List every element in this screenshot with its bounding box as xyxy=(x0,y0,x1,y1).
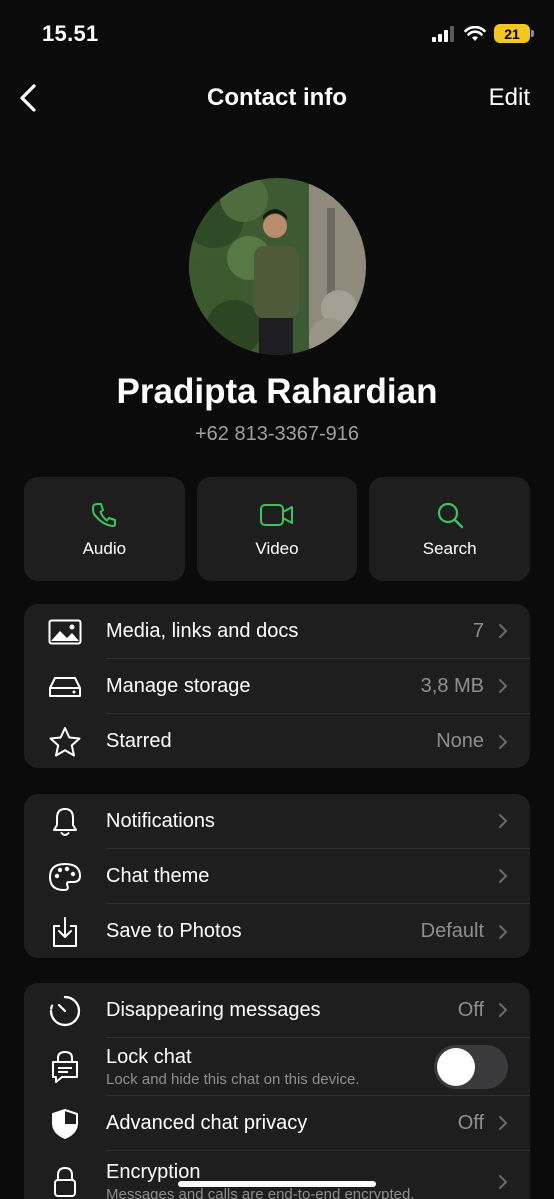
search-button[interactable]: Search xyxy=(369,477,531,581)
privacy-section: Disappearing messages Off Lock chat Lock… xyxy=(24,983,530,1199)
advanced-privacy-value: Off xyxy=(457,1111,484,1134)
chevron-right-icon xyxy=(499,734,508,749)
search-label: Search xyxy=(422,539,477,558)
advanced-privacy-label: Advanced chat privacy xyxy=(106,1111,308,1134)
chevron-right-icon xyxy=(499,679,508,693)
page-title: Contact info xyxy=(207,84,347,111)
notifications-label: Notifications xyxy=(106,809,215,832)
avatar-photo xyxy=(189,178,366,355)
timer-icon xyxy=(49,995,81,1026)
contact-name: Pradipta Rahardian xyxy=(116,372,438,411)
storage-size: 3,8 MB xyxy=(420,674,484,697)
photo-icon xyxy=(48,619,82,644)
bell-icon xyxy=(53,807,77,836)
media-section: Media, links and docs 7 Manage storage 3… xyxy=(24,604,530,768)
starred-label: Starred xyxy=(106,730,172,752)
edit-button[interactable]: Edit xyxy=(489,84,530,112)
starred-row[interactable]: Starred None xyxy=(24,714,530,768)
chat-theme-label: Chat theme xyxy=(106,864,210,887)
quick-actions: Audio Video Search xyxy=(24,477,531,581)
lock-chat-icon xyxy=(52,1050,78,1083)
save-photos-value: Default xyxy=(420,920,484,942)
advanced-chat-privacy-row[interactable]: Advanced chat privacy Off xyxy=(24,1096,530,1151)
lock-chat-label: Lock chat xyxy=(106,1045,192,1068)
star-icon xyxy=(49,726,81,756)
disappearing-messages-row[interactable]: Disappearing messages Off xyxy=(24,983,530,1038)
manage-storage-row[interactable]: Manage storage 3,8 MB xyxy=(24,659,530,714)
contact-phone: +62 813-3367-916 xyxy=(194,423,360,445)
encryption-row[interactable]: Encryption Messages and calls are end-to… xyxy=(24,1151,530,1199)
toggle-knob xyxy=(437,1047,475,1086)
starred-value: None xyxy=(436,730,484,752)
battery-level: 21 xyxy=(504,25,520,42)
battery-indicator: 21 xyxy=(494,24,534,43)
media-links-docs-row[interactable]: Media, links and docs 7 xyxy=(24,604,530,659)
chevron-right-icon xyxy=(499,924,508,939)
lock-chat-toggle[interactable] xyxy=(434,1044,508,1089)
padlock-icon xyxy=(54,1166,76,1197)
home-indicator[interactable] xyxy=(178,1181,376,1187)
save-to-photos-row[interactable]: Save to Photos Default xyxy=(24,904,530,958)
encryption-description: Messages and calls are end-to-end encryp… xyxy=(106,1186,415,1199)
cellular-signal-icon xyxy=(432,25,454,42)
storage-icon xyxy=(49,676,81,697)
media-count: 7 xyxy=(472,619,484,642)
storage-label: Manage storage xyxy=(106,674,251,697)
chevron-right-icon xyxy=(499,624,508,638)
palette-icon xyxy=(49,862,81,891)
video-call-button[interactable]: Video xyxy=(196,477,358,581)
chevron-right-icon xyxy=(499,1175,508,1189)
lock-chat-row: Lock chat Lock and hide this chat on thi… xyxy=(24,1038,530,1096)
chevron-right-icon xyxy=(499,869,508,883)
chat-theme-row[interactable]: Chat theme xyxy=(24,849,530,904)
wifi-icon xyxy=(464,25,486,41)
settings-section: Notifications Chat theme Save to Photos … xyxy=(24,794,530,958)
contact-avatar[interactable] xyxy=(189,178,366,355)
chevron-right-icon xyxy=(499,1116,508,1130)
chevron-right-icon xyxy=(499,814,508,828)
disappearing-label: Disappearing messages xyxy=(106,998,321,1021)
download-icon xyxy=(53,916,77,947)
audio-label: Audio xyxy=(82,539,127,558)
media-label: Media, links and docs xyxy=(106,619,299,642)
save-photos-label: Save to Photos xyxy=(106,920,242,942)
status-icons: 21 xyxy=(432,24,534,43)
search-icon xyxy=(437,502,463,529)
video-label: Video xyxy=(255,539,299,558)
status-time: 15.51 xyxy=(42,21,99,46)
disappearing-value: Off xyxy=(457,998,484,1021)
lock-chat-description: Lock and hide this chat on this device. xyxy=(106,1070,360,1088)
phone-icon xyxy=(92,503,117,527)
audio-call-button[interactable]: Audio xyxy=(24,477,185,581)
notifications-row[interactable]: Notifications xyxy=(24,794,530,849)
nav-bar: Contact info Edit xyxy=(0,72,554,126)
shield-icon xyxy=(52,1108,78,1139)
status-bar: 15.51 21 xyxy=(0,0,554,70)
video-icon xyxy=(260,504,293,526)
chevron-right-icon xyxy=(499,1003,508,1017)
